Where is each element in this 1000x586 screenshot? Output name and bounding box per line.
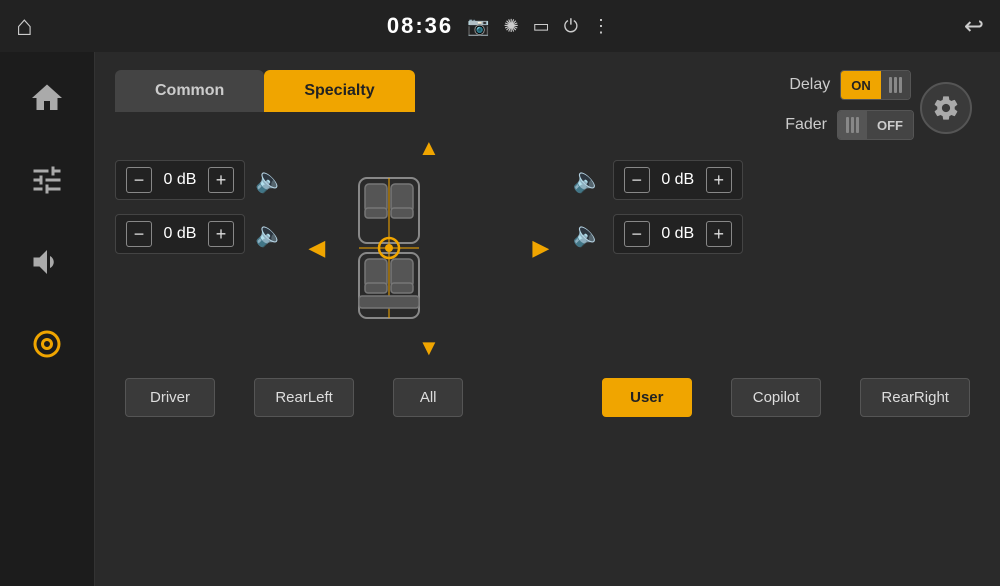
rear-right-button[interactable]: RearRight bbox=[860, 378, 970, 417]
rear-right-group: 🔈 − 0 dB + bbox=[569, 214, 743, 254]
camera-icon[interactable]: 📷 bbox=[467, 16, 489, 37]
rear-left-value: 0 dB bbox=[158, 225, 202, 243]
nav-down-arrow[interactable]: ▼ bbox=[411, 330, 447, 366]
fader-line-2 bbox=[851, 117, 854, 133]
back-icon[interactable]: ↩ bbox=[964, 12, 984, 41]
nav-left-arrow[interactable]: ◀ bbox=[299, 230, 335, 266]
delay-line-3 bbox=[899, 77, 902, 93]
rear-right-speaker-icon: 🔈 bbox=[573, 220, 603, 249]
front-left-group: − 0 dB + 🔈 bbox=[115, 160, 289, 200]
delay-line-2 bbox=[894, 77, 897, 93]
rear-left-button[interactable]: RearLeft bbox=[254, 378, 354, 417]
front-right-decrease[interactable]: − bbox=[624, 167, 650, 193]
sidebar-item-audio[interactable] bbox=[21, 318, 73, 370]
car-diagram: ▲ ◀ bbox=[299, 130, 559, 366]
front-left-speaker-icon: 🔈 bbox=[255, 166, 285, 195]
status-bar: ⌂ 08:36 📷 ✺ ▭ ⏻ ⋮ ↩ bbox=[0, 0, 1000, 52]
copilot-button[interactable]: Copilot bbox=[731, 378, 821, 417]
settings-button[interactable] bbox=[920, 82, 972, 134]
rear-right-increase[interactable]: + bbox=[706, 221, 732, 247]
nav-up-arrow[interactable]: ▲ bbox=[411, 130, 447, 166]
rear-left-increase[interactable]: + bbox=[208, 221, 234, 247]
rear-right-value: 0 dB bbox=[656, 225, 700, 243]
front-right-increase[interactable]: + bbox=[706, 167, 732, 193]
sidebar-item-home[interactable] bbox=[21, 72, 73, 124]
power-icon: ⏻ bbox=[564, 16, 578, 37]
status-time: 08:36 bbox=[387, 13, 453, 39]
home-icon[interactable]: ⌂ bbox=[16, 10, 33, 42]
menu-icon[interactable]: ⋮ bbox=[592, 16, 610, 37]
front-right-speaker-icon: 🔈 bbox=[573, 166, 603, 195]
rear-left-group: − 0 dB + 🔈 bbox=[115, 214, 289, 254]
tab-common[interactable]: Common bbox=[115, 70, 264, 112]
front-right-value: 0 dB bbox=[656, 171, 700, 189]
fader-off: OFF bbox=[867, 111, 913, 139]
front-left-db-control: − 0 dB + bbox=[115, 160, 245, 200]
right-controls: Delay ON Fader bbox=[777, 70, 984, 140]
main-content: Common Specialty Delay ON Fader bbox=[95, 52, 1000, 586]
sidebar bbox=[0, 52, 95, 586]
brightness-icon: ✺ bbox=[504, 16, 519, 37]
rear-left-db-control: − 0 dB + bbox=[115, 214, 245, 254]
all-button[interactable]: All bbox=[393, 378, 463, 417]
sidebar-item-volume[interactable] bbox=[21, 236, 73, 288]
delay-control: Delay ON bbox=[780, 70, 911, 100]
driver-button[interactable]: Driver bbox=[125, 378, 215, 417]
car-svg-area bbox=[339, 168, 519, 328]
car-diagram-svg bbox=[339, 168, 519, 328]
rear-left-decrease[interactable]: − bbox=[126, 221, 152, 247]
tab-specialty[interactable]: Specialty bbox=[264, 70, 414, 112]
bottom-controls: Driver RearLeft All User Copilot RearRig… bbox=[115, 378, 980, 417]
front-left-value: 0 dB bbox=[158, 171, 202, 189]
user-button[interactable]: User bbox=[602, 378, 692, 417]
battery-icon: ▭ bbox=[533, 16, 550, 37]
fader-control: Fader OFF bbox=[777, 110, 914, 140]
nav-right-arrow[interactable]: ▶ bbox=[523, 230, 559, 266]
front-right-db-control: − 0 dB + bbox=[613, 160, 743, 200]
rear-right-decrease[interactable]: − bbox=[624, 221, 650, 247]
delay-line-1 bbox=[889, 77, 892, 93]
delay-on: ON bbox=[841, 71, 881, 99]
front-left-increase[interactable]: + bbox=[208, 167, 234, 193]
rear-right-db-control: − 0 dB + bbox=[613, 214, 743, 254]
fader-line-3 bbox=[856, 117, 859, 133]
fader-lines bbox=[838, 111, 867, 139]
front-right-group: 🔈 − 0 dB + bbox=[569, 160, 743, 200]
delay-label: Delay bbox=[780, 76, 830, 94]
front-left-decrease[interactable]: − bbox=[126, 167, 152, 193]
delay-lines bbox=[881, 71, 910, 99]
fader-line-1 bbox=[846, 117, 849, 133]
rear-left-speaker-icon: 🔈 bbox=[255, 220, 285, 249]
delay-toggle[interactable]: ON bbox=[840, 70, 911, 100]
fader-label: Fader bbox=[777, 116, 827, 134]
sidebar-item-equalizer[interactable] bbox=[21, 154, 73, 206]
fader-toggle[interactable]: OFF bbox=[837, 110, 914, 140]
